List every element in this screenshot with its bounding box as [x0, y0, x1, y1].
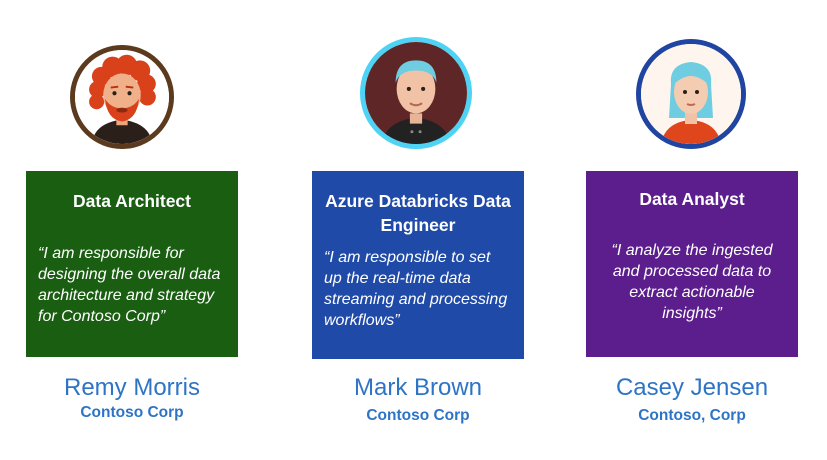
woman-avatar-icon [636, 39, 746, 149]
role-title: Data Analyst [639, 189, 745, 209]
persona-data-engineer: Azure Databricks Data Engineer “I am res… [312, 0, 524, 460]
role-quote: “I am responsible to set up the real-tim… [324, 249, 508, 329]
persona-data-architect: Data Architect “I am responsible for des… [26, 0, 238, 460]
role-card: Azure Databricks Data Engineer “I am res… [312, 171, 524, 359]
role-card: Data Analyst “I analyze the ingested and… [586, 171, 798, 357]
persona-name: Remy Morris [64, 374, 200, 401]
persona-company: Contoso Corp [366, 407, 470, 424]
bearded-man-avatar-icon [70, 45, 174, 149]
persona-name: Mark Brown [353, 374, 483, 401]
role-card: Data Architect “I am responsible for des… [26, 171, 238, 357]
persona-name: Casey Jensen [615, 374, 769, 401]
role-title: Data Architect [73, 191, 191, 211]
role-quote: “I am responsible for designing the over… [38, 245, 221, 325]
role-quote: “I analyze the ingested and processed da… [611, 242, 773, 322]
man-avatar-icon [360, 37, 472, 149]
role-title: Azure Databricks Data Engineer [325, 191, 511, 235]
persona-company: Contoso Corp [80, 404, 184, 421]
persona-company: Contoso, Corp [638, 407, 746, 424]
persona-data-analyst: Data Analyst “I analyze the ingested and… [586, 0, 798, 460]
